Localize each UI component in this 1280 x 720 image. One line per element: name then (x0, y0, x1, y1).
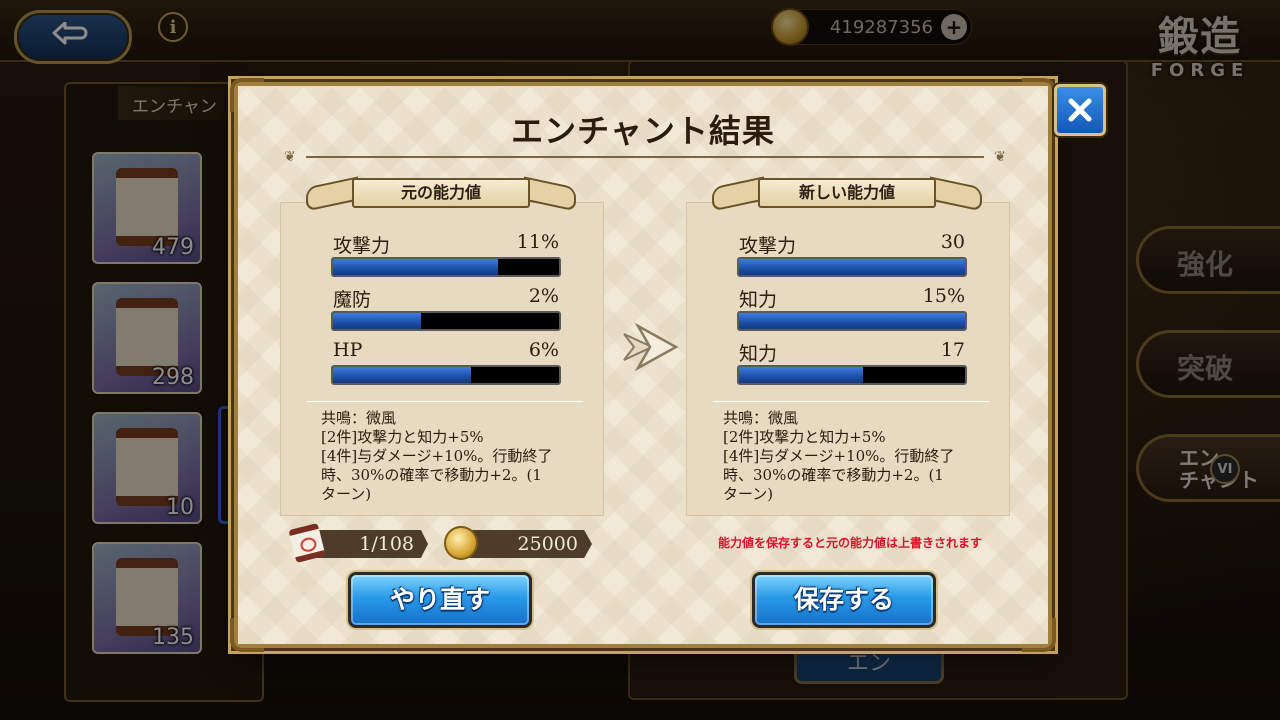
overwrite-warning: 能力値を保存すると元の能力値は上書きされます (717, 536, 982, 550)
divider (307, 401, 583, 402)
stat-value: 2% (528, 285, 559, 307)
original-stats-banner: 元の能力値 (306, 174, 576, 214)
new-stats-panel: 攻撃力 30 知力 15% 知力 17 共鳴：微風 [2件]攻撃力と知力+5% … (686, 202, 1010, 516)
arrow-right-icon (623, 322, 679, 372)
scroll-cost: 1/108 (310, 530, 428, 558)
corner-ornament (1022, 618, 1056, 652)
close-button[interactable] (1054, 84, 1106, 136)
stat-name: 魔防 (333, 289, 372, 311)
divider (713, 401, 989, 402)
stat-name: 攻撃力 (333, 235, 391, 257)
stat-name: HP (333, 339, 363, 361)
stat-name: 知力 (739, 289, 778, 311)
stat-name: 攻撃力 (739, 235, 797, 257)
save-button[interactable]: 保存する (752, 572, 936, 628)
stat-bar (331, 365, 561, 385)
close-icon (1068, 98, 1092, 122)
stat-value: 30 (940, 231, 965, 253)
fleur-icon: ❦ (994, 149, 1006, 165)
fleur-icon: ❦ (284, 149, 296, 165)
enchant-result-dialog: エンチャント結果 ❦ ❦ 攻撃力 11% 魔防 2% HP 6% 共鳴：微風 [… (230, 78, 1056, 652)
gold-cost: 25000 (462, 530, 592, 558)
original-stats-label: 元の能力値 (352, 178, 530, 208)
resonance-text: 共鳴：微風 [2件]攻撃力と知力+5% [4件]与ダメージ+10%。行動終了 時… (723, 409, 955, 503)
new-stats-label: 新しい能力値 (758, 178, 936, 208)
dialog-title: エンチャント結果 (511, 112, 775, 150)
stat-bar (737, 311, 967, 331)
stat-bar (737, 365, 967, 385)
title-divider: ❦ ❦ (284, 149, 1006, 165)
stat-name: 知力 (739, 343, 778, 365)
gold-coin-icon (444, 526, 478, 560)
stat-bar (331, 257, 561, 277)
resonance-text: 共鳴：微風 [2件]攻撃力と知力+5% [4件]与ダメージ+10%。行動終了 時… (321, 409, 553, 503)
stat-value: 17 (940, 339, 965, 361)
corner-ornament (230, 618, 264, 652)
enchant-scroll-icon (288, 522, 326, 564)
redo-button[interactable]: やり直す (348, 572, 532, 628)
original-stats-panel: 攻撃力 11% 魔防 2% HP 6% 共鳴：微風 [2件]攻撃力と知力+5% … (280, 202, 604, 516)
stat-bar (737, 257, 967, 277)
stat-bar (331, 311, 561, 331)
new-stats-banner: 新しい能力値 (712, 174, 982, 214)
stat-value: 11% (516, 231, 559, 253)
stat-value: 6% (528, 339, 559, 361)
stat-value: 15% (922, 285, 965, 307)
